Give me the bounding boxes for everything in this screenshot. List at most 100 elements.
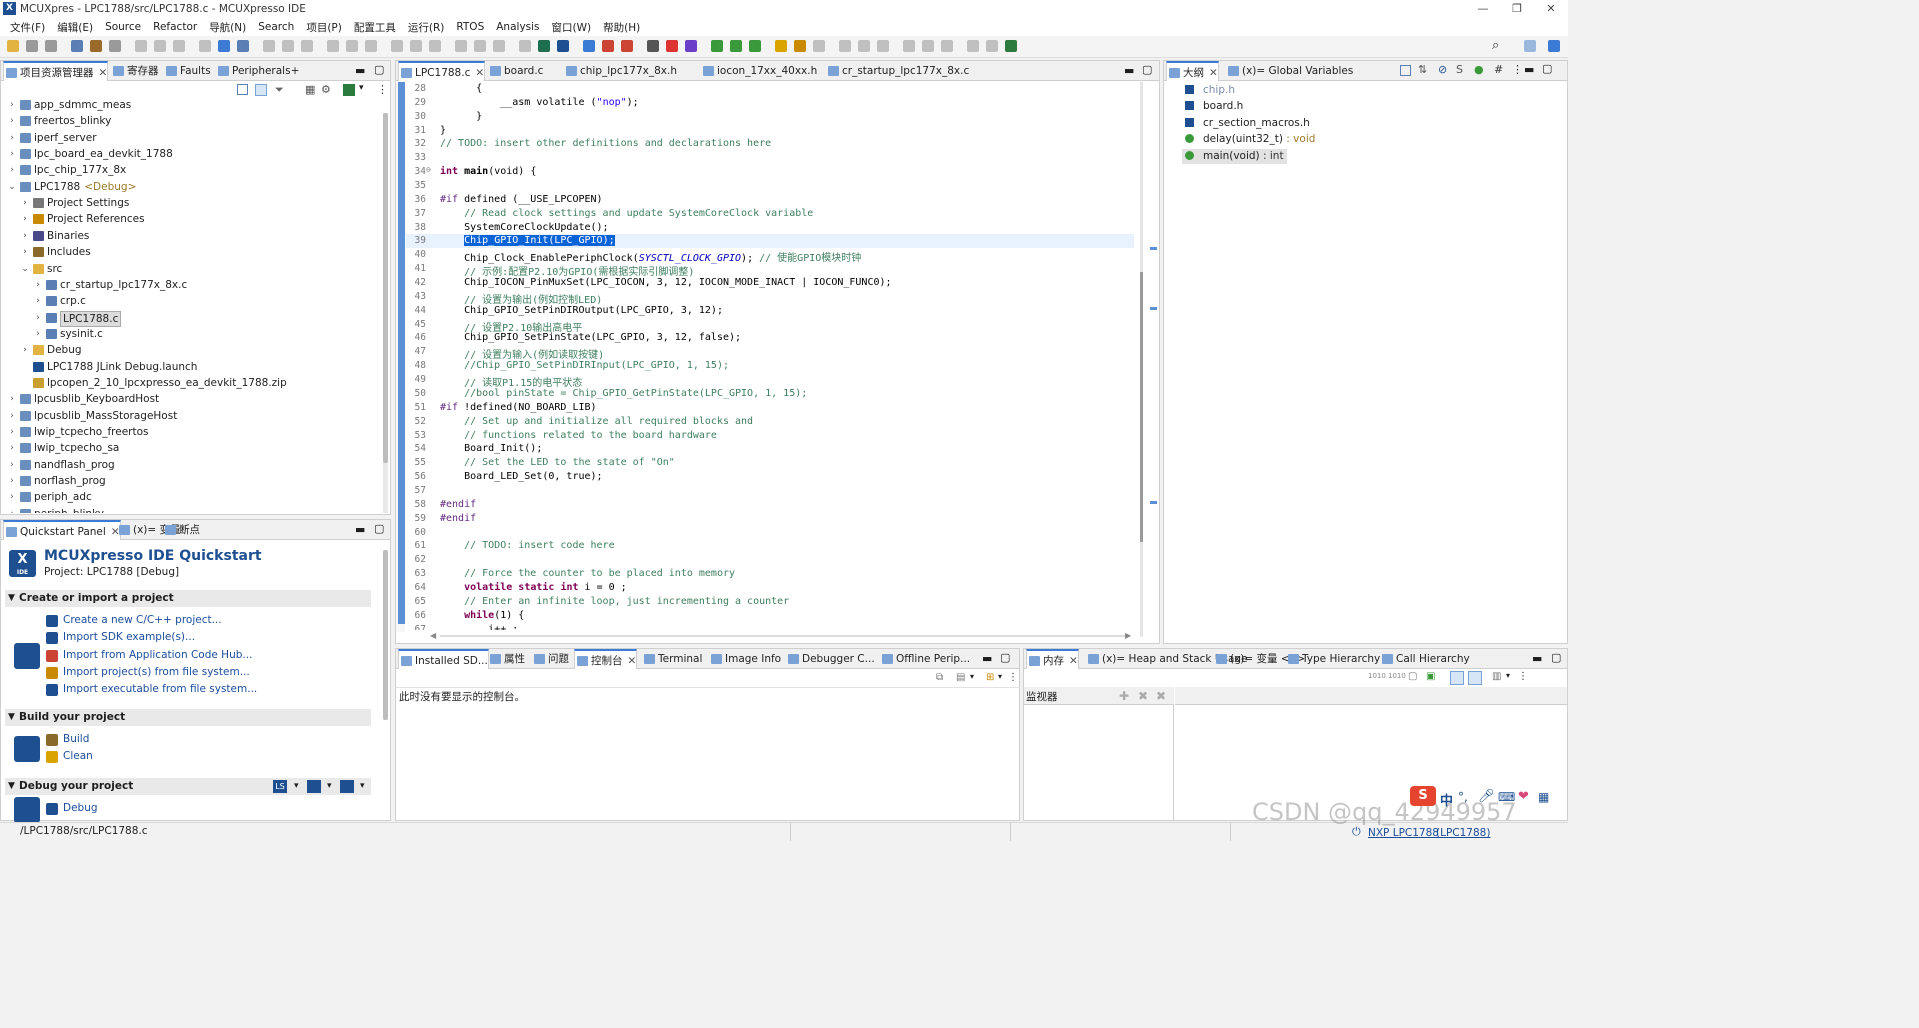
code-editor[interactable]: 28 {29 __asm volatile ("nop"); 30 } 31} 32/… <box>406 82 1134 630</box>
chevron-right-icon[interactable]: › <box>20 211 30 227</box>
import-icon[interactable]: 1010 <box>1368 672 1386 680</box>
debug-probe-icon[interactable] <box>307 780 321 793</box>
close-tab-icon[interactable]: ✕ <box>1069 655 1078 667</box>
chevron-right-icon[interactable]: › <box>7 391 17 407</box>
code-line[interactable]: 35 <box>406 179 1134 193</box>
code-line[interactable]: 60 <box>406 526 1134 540</box>
outline-item[interactable]: cr_section_macros.h <box>1182 116 1313 131</box>
menu-item[interactable]: 运行(R) <box>402 20 451 35</box>
tree-item[interactable]: › iperf_server <box>1 130 381 146</box>
code-line[interactable]: 57 <box>406 484 1134 498</box>
hide-nonpublic-icon[interactable]: ● <box>1474 63 1484 76</box>
chevron-down-icon[interactable]: ▼ <box>8 709 15 726</box>
close-tab-icon[interactable]: ✕ <box>628 655 637 667</box>
toolbar-button-icon[interactable] <box>519 40 531 52</box>
code-line[interactable]: 47 // 设置为输入(例如读取按键) <box>406 345 1134 361</box>
tab-terminal[interactable]: Terminal <box>642 649 702 669</box>
code-line[interactable]: 32 // TODO: insert other definitions and … <box>406 137 1134 151</box>
tree-item[interactable]: ⌄ src <box>1 261 381 277</box>
maximize-view-icon[interactable]: ▢ <box>1142 63 1152 76</box>
toolbar-button-icon[interactable] <box>1005 40 1017 52</box>
device-part-link[interactable]: (LPC1788) <box>1436 827 1490 839</box>
tab-chip-lpc177x-8x-h[interactable]: chip_lpc177x_8x.h <box>564 61 677 81</box>
chevron-right-icon[interactable]: › <box>7 440 17 456</box>
tab-installed-sd-[interactable]: Installed SD... <box>398 649 489 669</box>
mcu-config-icon[interactable] <box>343 84 355 96</box>
tab--[interactable]: 问题 <box>532 649 569 669</box>
remove-all-icon[interactable]: ✖ <box>1156 689 1166 703</box>
code-line[interactable]: 55 // Set the LED to the state of "On" <box>406 456 1134 470</box>
tab-offline-perip-[interactable]: Offline Perip... <box>880 649 970 669</box>
add-monitor-icon[interactable]: ✚ <box>1119 689 1129 703</box>
menu-item[interactable]: RTOS <box>450 21 490 33</box>
code-line[interactable]: 61 // TODO: insert code here <box>406 539 1134 553</box>
tree-item[interactable]: › sysinit.c <box>1 326 381 342</box>
code-line[interactable]: 67 i++ ; <box>406 623 1134 630</box>
menu-item[interactable]: 文件(F) <box>4 20 51 35</box>
minimize-view-icon[interactable]: ▬ <box>982 652 992 665</box>
tools-icon[interactable]: ⚙ <box>321 83 331 96</box>
code-line[interactable]: 44 Chip_GPIO_SetPinDIROutput(LPC_GPIO, 3… <box>406 304 1134 318</box>
maximize-view-icon[interactable]: ▢ <box>374 63 384 76</box>
code-line[interactable]: 65 // Enter an infinite loop, just incre… <box>406 595 1134 609</box>
export-icon[interactable]: 1010 <box>1388 672 1406 680</box>
tab-type-hierarchy[interactable]: Type Hierarchy <box>1286 649 1380 669</box>
code-line[interactable]: 49 // 读取P1.15的电平状态 <box>406 373 1134 389</box>
tab--[interactable]: 控制台 ✕ <box>574 649 638 669</box>
code-line[interactable]: 46 Chip_GPIO_SetPinState(LPC_GPIO, 3, 12… <box>406 331 1134 345</box>
scrollbar[interactable] <box>383 550 388 720</box>
code-line[interactable]: 42 Chip_IOCON_PinMuxSet(LPC_IOCON, 3, 12… <box>406 276 1134 290</box>
menu-item[interactable]: 项目(P) <box>300 20 348 35</box>
chevron-down-icon[interactable]: ▾ <box>1506 671 1510 680</box>
toolbar-button-icon[interactable] <box>903 40 915 52</box>
tab-faults[interactable]: Faults <box>164 61 211 81</box>
toolbar-button-icon[interactable] <box>26 40 38 52</box>
chevron-down-icon[interactable]: ▼ <box>8 590 15 607</box>
toolbar-button-icon[interactable] <box>154 40 166 52</box>
section-header[interactable]: ▼ Create or import a project <box>5 590 371 607</box>
code-line[interactable]: 50 //bool pinState = Chip_GPIO_GetPinSta… <box>406 387 1134 401</box>
menu-item[interactable]: Source <box>99 21 147 33</box>
tab--[interactable]: 内存 ✕ <box>1026 649 1079 669</box>
toolbar-button-icon[interactable] <box>813 40 825 52</box>
chevron-down-icon[interactable]: ▼ <box>8 778 15 795</box>
code-line[interactable]: 43 // 设置为输出(例如控制LED) <box>406 290 1134 306</box>
code-line[interactable]: 63 // Force the counter to be placed int… <box>406 567 1134 581</box>
layout-icon[interactable]: ▥ <box>1492 671 1501 682</box>
tree-item[interactable]: › crp.c <box>1 293 381 309</box>
toolbar-button-icon[interactable] <box>346 40 358 52</box>
quickstart-link[interactable]: Build <box>63 733 89 745</box>
chevron-down-icon[interactable]: ⌄ <box>7 179 17 195</box>
code-line[interactable]: 41 // 示例:配置P2.10为GPIO(需根据实际引脚调整) <box>406 262 1134 278</box>
keyboard-icon[interactable]: ⌨ <box>1498 790 1515 804</box>
tab-image-info[interactable]: Image Info <box>709 649 781 669</box>
minimize-icon[interactable]: — <box>1466 0 1500 18</box>
close-window-icon[interactable]: ✕ <box>1534 0 1568 18</box>
view-menu-icon[interactable]: ⋮ <box>1518 671 1528 682</box>
code-line[interactable]: 33 <box>406 151 1134 165</box>
tab--[interactable]: 属性 <box>488 649 525 669</box>
code-line[interactable]: 36 #if defined (__USE_LPCOPEN) <box>406 193 1134 207</box>
code-line[interactable]: 48 //Chip_GPIO_SetPinDIRInput(LPC_GPIO, … <box>406 359 1134 373</box>
tab--[interactable]: 寄存器 <box>111 61 159 81</box>
code-line[interactable]: 51 #if !defined(NO_BOARD_LIB) <box>406 401 1134 415</box>
toolbar-button-icon[interactable] <box>90 40 102 52</box>
toolbar-button-icon[interactable] <box>877 40 889 52</box>
toolbar-button-icon[interactable] <box>327 40 339 52</box>
collapse-all-icon[interactable] <box>237 84 248 95</box>
scrollbar[interactable] <box>383 113 388 513</box>
section-header[interactable]: ▼ Build your project <box>5 709 371 726</box>
toolbar-button-icon[interactable] <box>621 40 633 52</box>
debug-perspective-icon[interactable] <box>1548 40 1560 52</box>
scroll-left-icon[interactable]: ◀ <box>430 631 436 640</box>
quickstart-link[interactable]: Import SDK example(s)... <box>63 631 195 643</box>
maximize-view-icon[interactable]: ▢ <box>1000 651 1010 664</box>
tree-item[interactable]: › lwip_tcpecho_sa <box>1 440 381 456</box>
chevron-right-icon[interactable]: › <box>7 113 17 129</box>
close-tab-icon[interactable]: ✕ <box>475 67 484 79</box>
tab--x-global-variables[interactable]: (x)= Global Variables <box>1226 61 1353 81</box>
quickstart-link[interactable]: Import from Application Code Hub... <box>63 649 252 661</box>
toolbar-button-icon[interactable] <box>583 40 595 52</box>
toolbar-button-icon[interactable] <box>45 40 57 52</box>
close-tab-icon[interactable]: ✕ <box>1209 67 1218 79</box>
